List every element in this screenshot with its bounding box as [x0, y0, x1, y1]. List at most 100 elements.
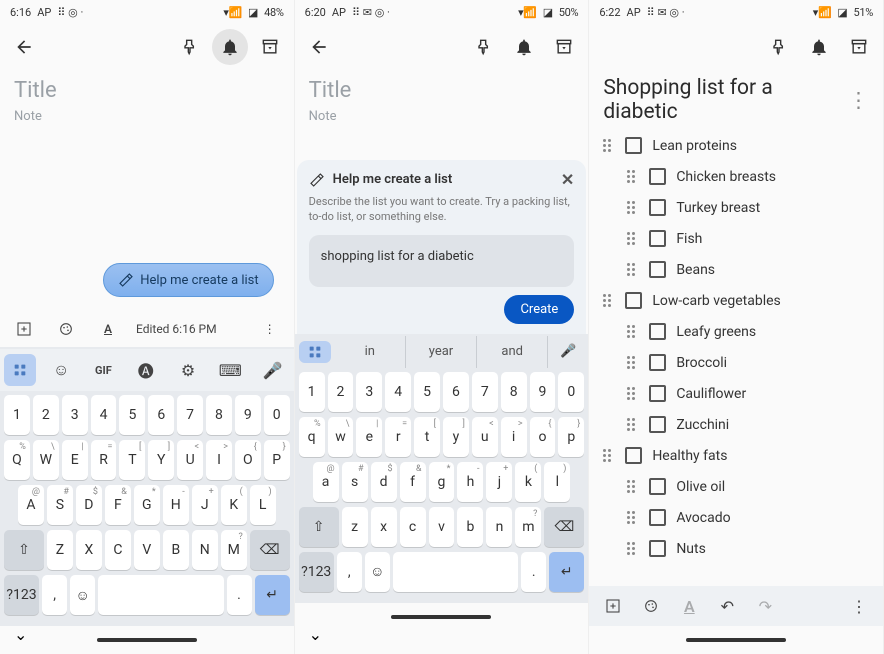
key-a[interactable]: A@ — [18, 485, 44, 525]
add-button[interactable] — [6, 311, 42, 347]
key-p[interactable]: p} — [558, 417, 584, 457]
kb-sticker-icon[interactable]: ☺ — [40, 354, 82, 386]
key-r[interactable]: R= — [91, 440, 117, 480]
pin-button[interactable] — [761, 29, 797, 65]
key-z[interactable]: z — [342, 507, 368, 547]
key-l[interactable]: L) — [250, 485, 276, 525]
key-b[interactable]: B — [163, 530, 189, 570]
checkbox[interactable] — [649, 478, 666, 495]
key-7[interactable]: 7 — [177, 395, 203, 435]
key-q[interactable]: q% — [299, 417, 325, 457]
checkbox[interactable] — [649, 416, 666, 433]
key-e[interactable]: e| — [356, 417, 382, 457]
kb-gif-icon[interactable]: GIF — [82, 354, 124, 386]
checkbox[interactable] — [649, 168, 666, 185]
reminder-button[interactable] — [212, 29, 248, 65]
key-space[interactable] — [393, 552, 518, 592]
key-4[interactable]: 4 — [91, 395, 117, 435]
home-indicator[interactable]: ⌄ — [0, 626, 294, 654]
kb-mic-icon[interactable]: 🎤 — [548, 336, 588, 368]
key-u[interactable]: U< — [177, 440, 203, 480]
key-0[interactable]: 0 — [264, 395, 290, 435]
checkbox[interactable] — [649, 230, 666, 247]
archive-button[interactable] — [546, 29, 582, 65]
list-item[interactable]: Leafy greens — [595, 316, 877, 347]
key-t[interactable]: T[ — [119, 440, 145, 480]
key-mode[interactable]: ?123 — [299, 552, 334, 592]
drag-handle-icon[interactable] — [623, 324, 639, 340]
key-b[interactable]: b — [457, 507, 483, 547]
key-period[interactable]: . — [521, 552, 546, 592]
key-space[interactable] — [98, 575, 223, 615]
key-s[interactable]: s# — [342, 462, 368, 502]
key-enter[interactable]: ↵ — [549, 552, 584, 592]
key-o[interactable]: o{ — [530, 417, 556, 457]
key-p[interactable]: P} — [264, 440, 290, 480]
kb-apps-icon[interactable] — [4, 354, 36, 386]
list-item[interactable]: Healthy fats — [595, 440, 877, 471]
note-input[interactable]: Note — [14, 109, 280, 124]
drag-handle-icon[interactable] — [599, 293, 615, 309]
key-j[interactable]: j+ — [486, 462, 512, 502]
list-item[interactable]: Fish — [595, 223, 877, 254]
checkbox[interactable] — [625, 292, 642, 309]
drag-handle-icon[interactable] — [623, 355, 639, 371]
list-item[interactable]: Broccoli — [595, 347, 877, 378]
key-k[interactable]: k( — [515, 462, 541, 502]
kb-translate-icon[interactable]: 🅐 — [125, 354, 167, 386]
key-6[interactable]: 6 — [148, 395, 174, 435]
key-z[interactable]: Z — [47, 530, 73, 570]
add-button[interactable] — [595, 588, 631, 624]
drag-handle-icon[interactable] — [623, 231, 639, 247]
back-button[interactable] — [301, 29, 337, 65]
list-item[interactable]: Zucchini — [595, 409, 877, 440]
list-item[interactable]: Chicken breasts — [595, 161, 877, 192]
close-icon[interactable]: ✕ — [561, 170, 574, 189]
key-backspace[interactable]: ⌫ — [544, 507, 584, 547]
list-item[interactable]: Olive oil — [595, 471, 877, 502]
note-title[interactable]: Shopping list for a diabetic — [603, 76, 836, 124]
pin-button[interactable] — [466, 29, 502, 65]
archive-button[interactable] — [841, 29, 877, 65]
key-w[interactable]: w\ — [328, 417, 354, 457]
checkbox[interactable] — [649, 323, 666, 340]
checkbox[interactable] — [649, 540, 666, 557]
title-input[interactable]: Title — [309, 78, 575, 103]
back-button[interactable] — [6, 29, 42, 65]
key-t[interactable]: t[ — [414, 417, 440, 457]
drag-handle-icon[interactable] — [623, 479, 639, 495]
checkbox[interactable] — [649, 199, 666, 216]
key-9[interactable]: 9 — [235, 395, 261, 435]
key-shift[interactable]: ⇧ — [4, 530, 44, 570]
key-6[interactable]: 6 — [443, 372, 469, 412]
list-item[interactable]: Low-carb vegetables — [595, 285, 877, 316]
text-format-button[interactable]: A — [90, 311, 126, 347]
key-5[interactable]: 5 — [414, 372, 440, 412]
redo-button[interactable]: ↷ — [747, 588, 783, 624]
key-comma[interactable]: , — [337, 552, 362, 592]
text-format-button[interactable]: A — [671, 588, 707, 624]
key-period[interactable]: . — [227, 575, 252, 615]
key-backspace[interactable]: ⌫ — [250, 530, 290, 570]
key-enter[interactable]: ↵ — [255, 575, 290, 615]
key-j[interactable]: J+ — [192, 485, 218, 525]
key-c[interactable]: c — [400, 507, 426, 547]
key-0[interactable]: 0 — [558, 372, 584, 412]
checkbox[interactable] — [649, 354, 666, 371]
note-input[interactable]: Note — [309, 109, 575, 124]
list-item[interactable]: Turkey breast — [595, 192, 877, 223]
key-h[interactable]: h- — [457, 462, 483, 502]
key-f[interactable]: F& — [105, 485, 131, 525]
drag-handle-icon[interactable] — [599, 138, 615, 154]
key-l[interactable]: l) — [544, 462, 570, 502]
key-h[interactable]: H- — [163, 485, 189, 525]
archive-button[interactable] — [252, 29, 288, 65]
key-o[interactable]: O{ — [235, 440, 261, 480]
key-m[interactable]: M? — [221, 530, 247, 570]
key-f[interactable]: f& — [400, 462, 426, 502]
key-m[interactable]: m? — [515, 507, 541, 547]
list-item[interactable]: Nuts — [595, 533, 877, 564]
drag-handle-icon[interactable] — [623, 386, 639, 402]
drag-handle-icon[interactable] — [623, 200, 639, 216]
reminder-button[interactable] — [801, 29, 837, 65]
